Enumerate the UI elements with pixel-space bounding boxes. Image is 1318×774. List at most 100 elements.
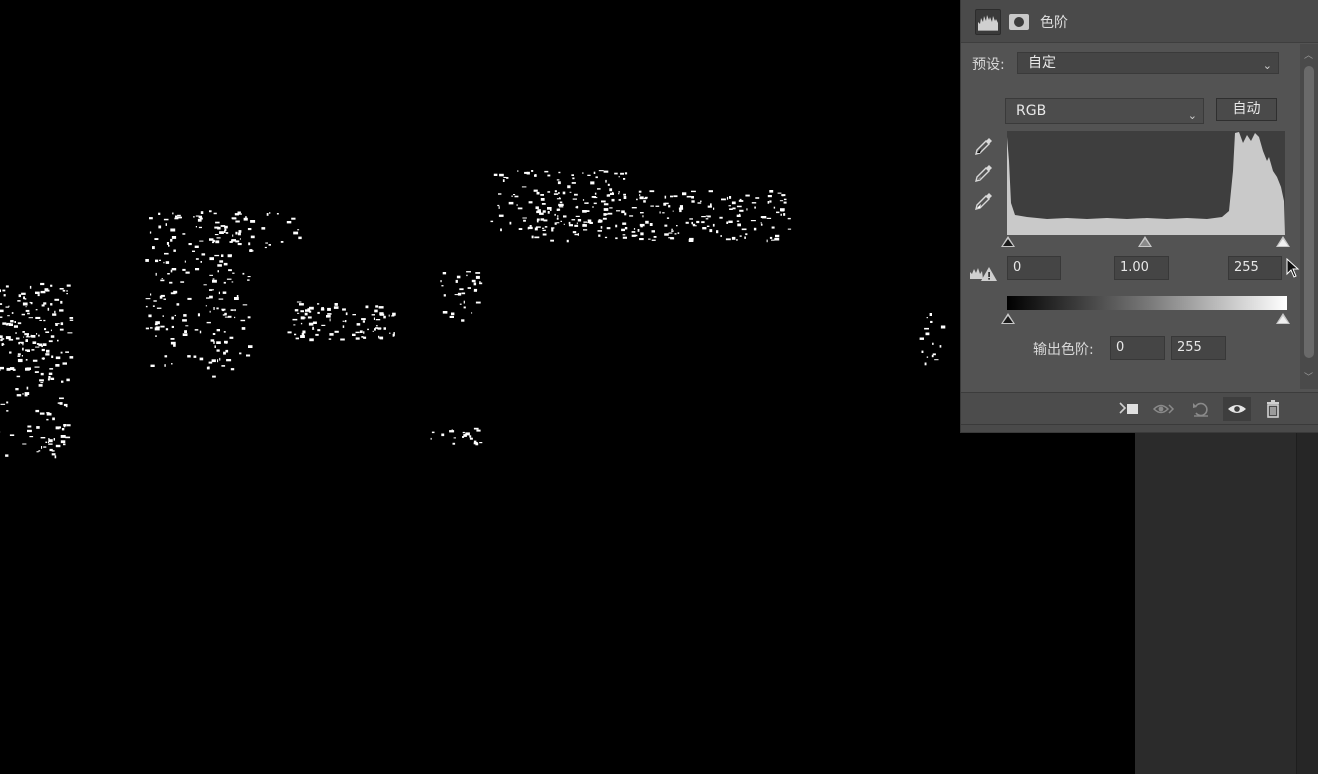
- noise-speck: [388, 314, 390, 317]
- visibility-eye-icon[interactable]: [1223, 397, 1251, 421]
- noise-speck: [638, 190, 642, 193]
- output-black-field[interactable]: 0: [1110, 336, 1165, 360]
- auto-button[interactable]: 自动: [1216, 98, 1277, 121]
- noise-speck: [577, 219, 582, 222]
- noise-speck: [43, 302, 47, 305]
- noise-speck: [940, 325, 946, 329]
- noise-speck: [5, 454, 9, 457]
- black-point-eyedropper-icon[interactable]: [973, 135, 995, 157]
- noise-speck: [603, 170, 609, 173]
- noise-speck: [392, 312, 396, 316]
- noise-speck: [321, 324, 326, 326]
- panel-resize-grip[interactable]: [961, 424, 1318, 432]
- noise-speck: [537, 209, 541, 211]
- noise-speck: [651, 239, 656, 241]
- levels-histogram-icon[interactable]: [975, 9, 1001, 35]
- noise-speck: [769, 200, 772, 203]
- noise-speck: [583, 223, 585, 226]
- noise-speck: [299, 303, 304, 306]
- scroll-down-icon[interactable]: ﹀: [1304, 370, 1313, 383]
- noise-speck: [227, 315, 232, 318]
- properties-panel: 色阶 预设: 自定 ⌄ RGB ⌄ 自动 0 1.00 255 输出色阶: 0 …: [960, 0, 1318, 433]
- input-gamma-handle[interactable]: [1138, 236, 1152, 247]
- scroll-thumb[interactable]: [1304, 66, 1314, 358]
- output-white-field[interactable]: 255: [1171, 336, 1226, 360]
- noise-speck: [557, 208, 561, 211]
- noise-speck: [926, 317, 928, 319]
- noise-speck: [736, 205, 742, 208]
- noise-speck: [170, 228, 176, 232]
- noise-speck: [449, 315, 454, 318]
- noise-speck: [931, 354, 934, 358]
- noise-speck: [154, 327, 160, 331]
- noise-speck: [29, 285, 32, 289]
- output-levels-slider[interactable]: [1001, 313, 1290, 327]
- input-levels-slider[interactable]: [1001, 236, 1290, 250]
- output-black-handle[interactable]: [1001, 313, 1015, 324]
- noise-speck: [554, 190, 557, 193]
- clip-to-layer-icon[interactable]: [1114, 397, 1142, 421]
- clipping-warning-icon[interactable]: [969, 265, 999, 283]
- noise-speck: [198, 226, 202, 229]
- input-black-handle[interactable]: [1001, 236, 1015, 247]
- noise-speck: [200, 261, 202, 263]
- noise-speck: [574, 224, 579, 227]
- mask-icon[interactable]: [1006, 9, 1032, 35]
- noise-speck: [276, 213, 279, 215]
- noise-speck: [49, 448, 53, 452]
- white-point-eyedropper-icon[interactable]: [973, 190, 995, 212]
- noise-speck: [250, 235, 255, 239]
- noise-speck: [616, 210, 621, 212]
- noise-speck: [45, 353, 50, 356]
- scroll-up-icon[interactable]: ︿: [1304, 48, 1313, 61]
- noise-speck: [326, 315, 331, 318]
- noise-speck: [550, 239, 554, 242]
- reset-icon[interactable]: [1187, 397, 1215, 421]
- panel-scrollbar[interactable]: ︿ ﹀: [1300, 44, 1318, 389]
- noise-speck: [569, 191, 572, 193]
- noise-speck: [754, 206, 756, 209]
- noise-speck: [26, 386, 29, 390]
- noise-speck: [728, 220, 733, 223]
- noise-speck: [623, 193, 626, 196]
- noise-speck: [924, 362, 927, 366]
- noise-speck: [686, 195, 692, 198]
- output-white-handle[interactable]: [1276, 313, 1290, 324]
- noise-speck: [631, 231, 636, 233]
- noise-speck: [607, 212, 613, 215]
- noise-speck: [773, 206, 776, 209]
- noise-speck: [523, 219, 526, 222]
- noise-speck: [676, 225, 678, 227]
- gray-point-eyedropper-icon[interactable]: [973, 162, 995, 184]
- noise-speck: [235, 220, 240, 223]
- input-white-field[interactable]: 255: [1228, 256, 1282, 280]
- noise-speck: [741, 228, 747, 231]
- noise-speck: [317, 311, 320, 314]
- noise-speck: [209, 257, 214, 261]
- noise-speck: [180, 281, 185, 283]
- preset-dropdown[interactable]: 自定 ⌄: [1017, 52, 1279, 74]
- noise-speck: [571, 182, 576, 184]
- noise-speck: [66, 378, 70, 382]
- noise-speck: [21, 313, 25, 316]
- noise-speck: [237, 243, 242, 246]
- noise-speck: [264, 246, 267, 249]
- input-white-handle[interactable]: [1276, 236, 1290, 247]
- noise-speck: [219, 231, 224, 234]
- noise-speck: [63, 424, 67, 427]
- noise-speck: [672, 210, 674, 212]
- noise-speck: [248, 345, 253, 348]
- noise-speck: [308, 310, 312, 313]
- trash-icon[interactable]: [1259, 397, 1287, 421]
- noise-speck: [327, 307, 331, 311]
- noise-speck: [760, 216, 763, 218]
- channel-dropdown[interactable]: RGB ⌄: [1005, 98, 1204, 124]
- canvas-image: [0, 170, 946, 459]
- noise-speck: [228, 269, 232, 272]
- input-black-field[interactable]: 0: [1007, 256, 1061, 280]
- noise-speck: [379, 336, 384, 340]
- input-gamma-field[interactable]: 1.00: [1114, 256, 1169, 280]
- noise-speck: [163, 218, 169, 221]
- noise-speck: [529, 225, 532, 227]
- view-previous-state-icon[interactable]: [1150, 397, 1178, 421]
